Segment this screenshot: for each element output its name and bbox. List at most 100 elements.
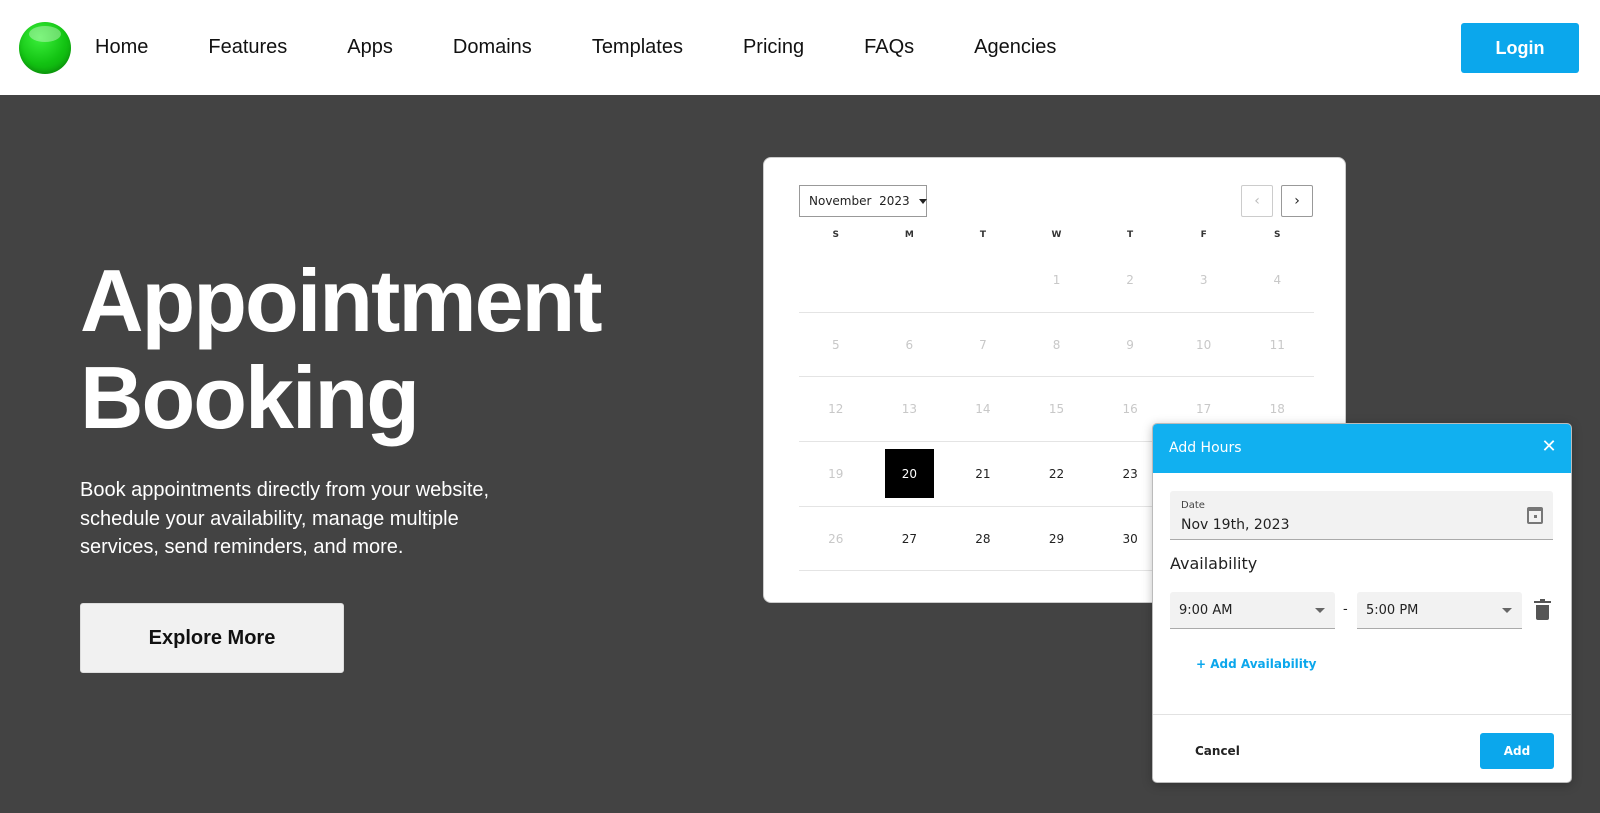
calendar-week-row: 1 2 3 4 — [799, 248, 1314, 313]
explore-more-button[interactable]: Explore More — [80, 603, 344, 673]
calendar-day[interactable]: 21 — [946, 442, 1020, 506]
calendar-day-number: 18 — [1269, 402, 1285, 417]
calendar-week-row: 5 6 7 8 9 10 11 — [799, 313, 1314, 378]
calendar-day-number: 8 — [1052, 337, 1061, 352]
calendar-empty-cell — [946, 248, 1020, 312]
nav-agencies[interactable]: Agencies — [974, 36, 1056, 59]
add-button[interactable]: Add — [1480, 733, 1554, 769]
calendar-day[interactable]: 22 — [1020, 442, 1094, 506]
date-field[interactable]: Date Nov 19th, 2023 — [1170, 491, 1553, 540]
calendar-day-number: 9 — [1126, 337, 1134, 352]
calendar-day-number: 29 — [1048, 531, 1065, 546]
nav-domains[interactable]: Domains — [453, 36, 532, 59]
calendar-day-number: 23 — [1122, 466, 1138, 481]
caret-down-icon — [1315, 608, 1325, 613]
calendar-day: 3 — [1167, 248, 1241, 312]
calendar-day-number: 4 — [1273, 272, 1282, 287]
hero-title-line-2: Booking — [80, 348, 420, 447]
calendar-day-number: 16 — [1122, 402, 1138, 417]
nav-features[interactable]: Features — [208, 36, 287, 59]
dow-mon: M — [904, 230, 914, 240]
nav-faqs[interactable]: FAQs — [864, 36, 914, 59]
dow-tue: T — [979, 230, 987, 240]
month-year-select[interactable]: November 2023 — [799, 185, 927, 217]
start-time-select[interactable]: 9:00 AM — [1170, 592, 1335, 629]
dow-sun: S — [832, 230, 840, 240]
calendar-day[interactable]: 29 — [1020, 507, 1094, 571]
calendar-day: 6 — [873, 313, 947, 377]
calendar-day-number: 11 — [1269, 337, 1285, 352]
calendar-day-number: 26 — [828, 531, 844, 546]
calendar-day-number: 21 — [975, 466, 991, 481]
calendar-day-number: 28 — [975, 531, 991, 546]
top-navigation-bar: Home Features Apps Domains Templates Pri… — [0, 0, 1600, 95]
calendar-day: 7 — [946, 313, 1020, 377]
nav-apps[interactable]: Apps — [347, 36, 393, 59]
next-month-button[interactable]: › — [1281, 185, 1313, 217]
start-time-value: 9:00 AM — [1179, 603, 1233, 618]
calendar-day-number: 27 — [901, 531, 917, 546]
calendar-day: 12 — [799, 377, 873, 441]
calendar-day-number: 2 — [1126, 272, 1134, 287]
calendar-day: 15 — [1020, 377, 1094, 441]
dow-sat: S — [1274, 230, 1281, 240]
month-label: November — [809, 194, 872, 208]
calendar-day-number: 10 — [1196, 337, 1212, 352]
calendar-day: 1 — [1020, 248, 1094, 312]
calendar-day: 2 — [1093, 248, 1167, 312]
calendar-day-number: 7 — [979, 337, 987, 352]
year-label: 2023 — [879, 194, 910, 208]
dialog-title: Add Hours — [1169, 440, 1242, 456]
dialog-divider — [1153, 714, 1571, 715]
calendar-day-number: 30 — [1122, 531, 1138, 546]
calendar-day: 10 — [1167, 313, 1241, 377]
cancel-button[interactable]: Cancel — [1177, 733, 1269, 769]
chevron-right-icon: › — [1294, 193, 1300, 209]
calendar-day: 4 — [1240, 248, 1314, 312]
availability-label: Availability — [1170, 554, 1258, 573]
add-availability-link[interactable]: + Add Availability — [1196, 657, 1316, 671]
date-field-value: Nov 19th, 2023 — [1181, 517, 1290, 533]
close-icon[interactable]: ✕ — [1539, 437, 1559, 457]
hero-title: Appointment Booking — [80, 251, 603, 447]
calendar-day-number: 15 — [1048, 402, 1065, 417]
calendar-day: 26 — [799, 507, 873, 571]
calendar-day-number: 17 — [1196, 402, 1212, 417]
caret-down-icon — [1502, 608, 1512, 613]
nav-templates[interactable]: Templates — [592, 36, 683, 59]
calendar-day-number: 13 — [901, 402, 917, 417]
end-time-select[interactable]: 5:00 PM — [1357, 592, 1522, 629]
calendar-day-selected[interactable]: 20 — [873, 442, 947, 506]
calendar-day: 14 — [946, 377, 1020, 441]
calendar-day[interactable]: 27 — [873, 507, 947, 571]
chevron-left-icon: ‹ — [1254, 193, 1260, 209]
trash-icon[interactable] — [1534, 599, 1551, 620]
nav-pricing[interactable]: Pricing — [743, 36, 804, 59]
logo[interactable] — [19, 22, 71, 74]
day-of-week-header: S M T W T F S — [799, 230, 1314, 240]
nav-home[interactable]: Home — [95, 36, 148, 59]
calendar-day-number: 14 — [975, 402, 991, 417]
add-hours-dialog: Add Hours ✕ Date Nov 19th, 2023 Availabi… — [1152, 423, 1572, 783]
calendar-day: 19 — [799, 442, 873, 506]
hero-title-line-1: Appointment — [80, 251, 603, 350]
calendar-empty-cell — [799, 248, 873, 312]
dow-thu: T — [1127, 230, 1134, 240]
dialog-header: Add Hours ✕ — [1153, 424, 1571, 473]
hero-description: Book appointments directly from your web… — [80, 479, 490, 558]
login-button[interactable]: Login — [1461, 23, 1579, 73]
previous-month-button[interactable]: ‹ — [1241, 185, 1273, 217]
calendar-day: 13 — [873, 377, 947, 441]
dow-wed: W — [1051, 230, 1062, 240]
end-time-value: 5:00 PM — [1366, 603, 1419, 618]
calendar-day: 11 — [1240, 313, 1314, 377]
calendar-day-number: 19 — [828, 466, 844, 481]
dow-fri: F — [1200, 230, 1207, 240]
calendar-day-number: 5 — [831, 337, 840, 352]
calendar-day-number: 12 — [828, 402, 844, 417]
calendar-icon[interactable] — [1527, 507, 1543, 524]
calendar-day[interactable]: 28 — [946, 507, 1020, 571]
calendar-day: 9 — [1093, 313, 1167, 377]
date-field-label: Date — [1181, 500, 1205, 511]
calendar-day-number: 1 — [1052, 272, 1061, 287]
